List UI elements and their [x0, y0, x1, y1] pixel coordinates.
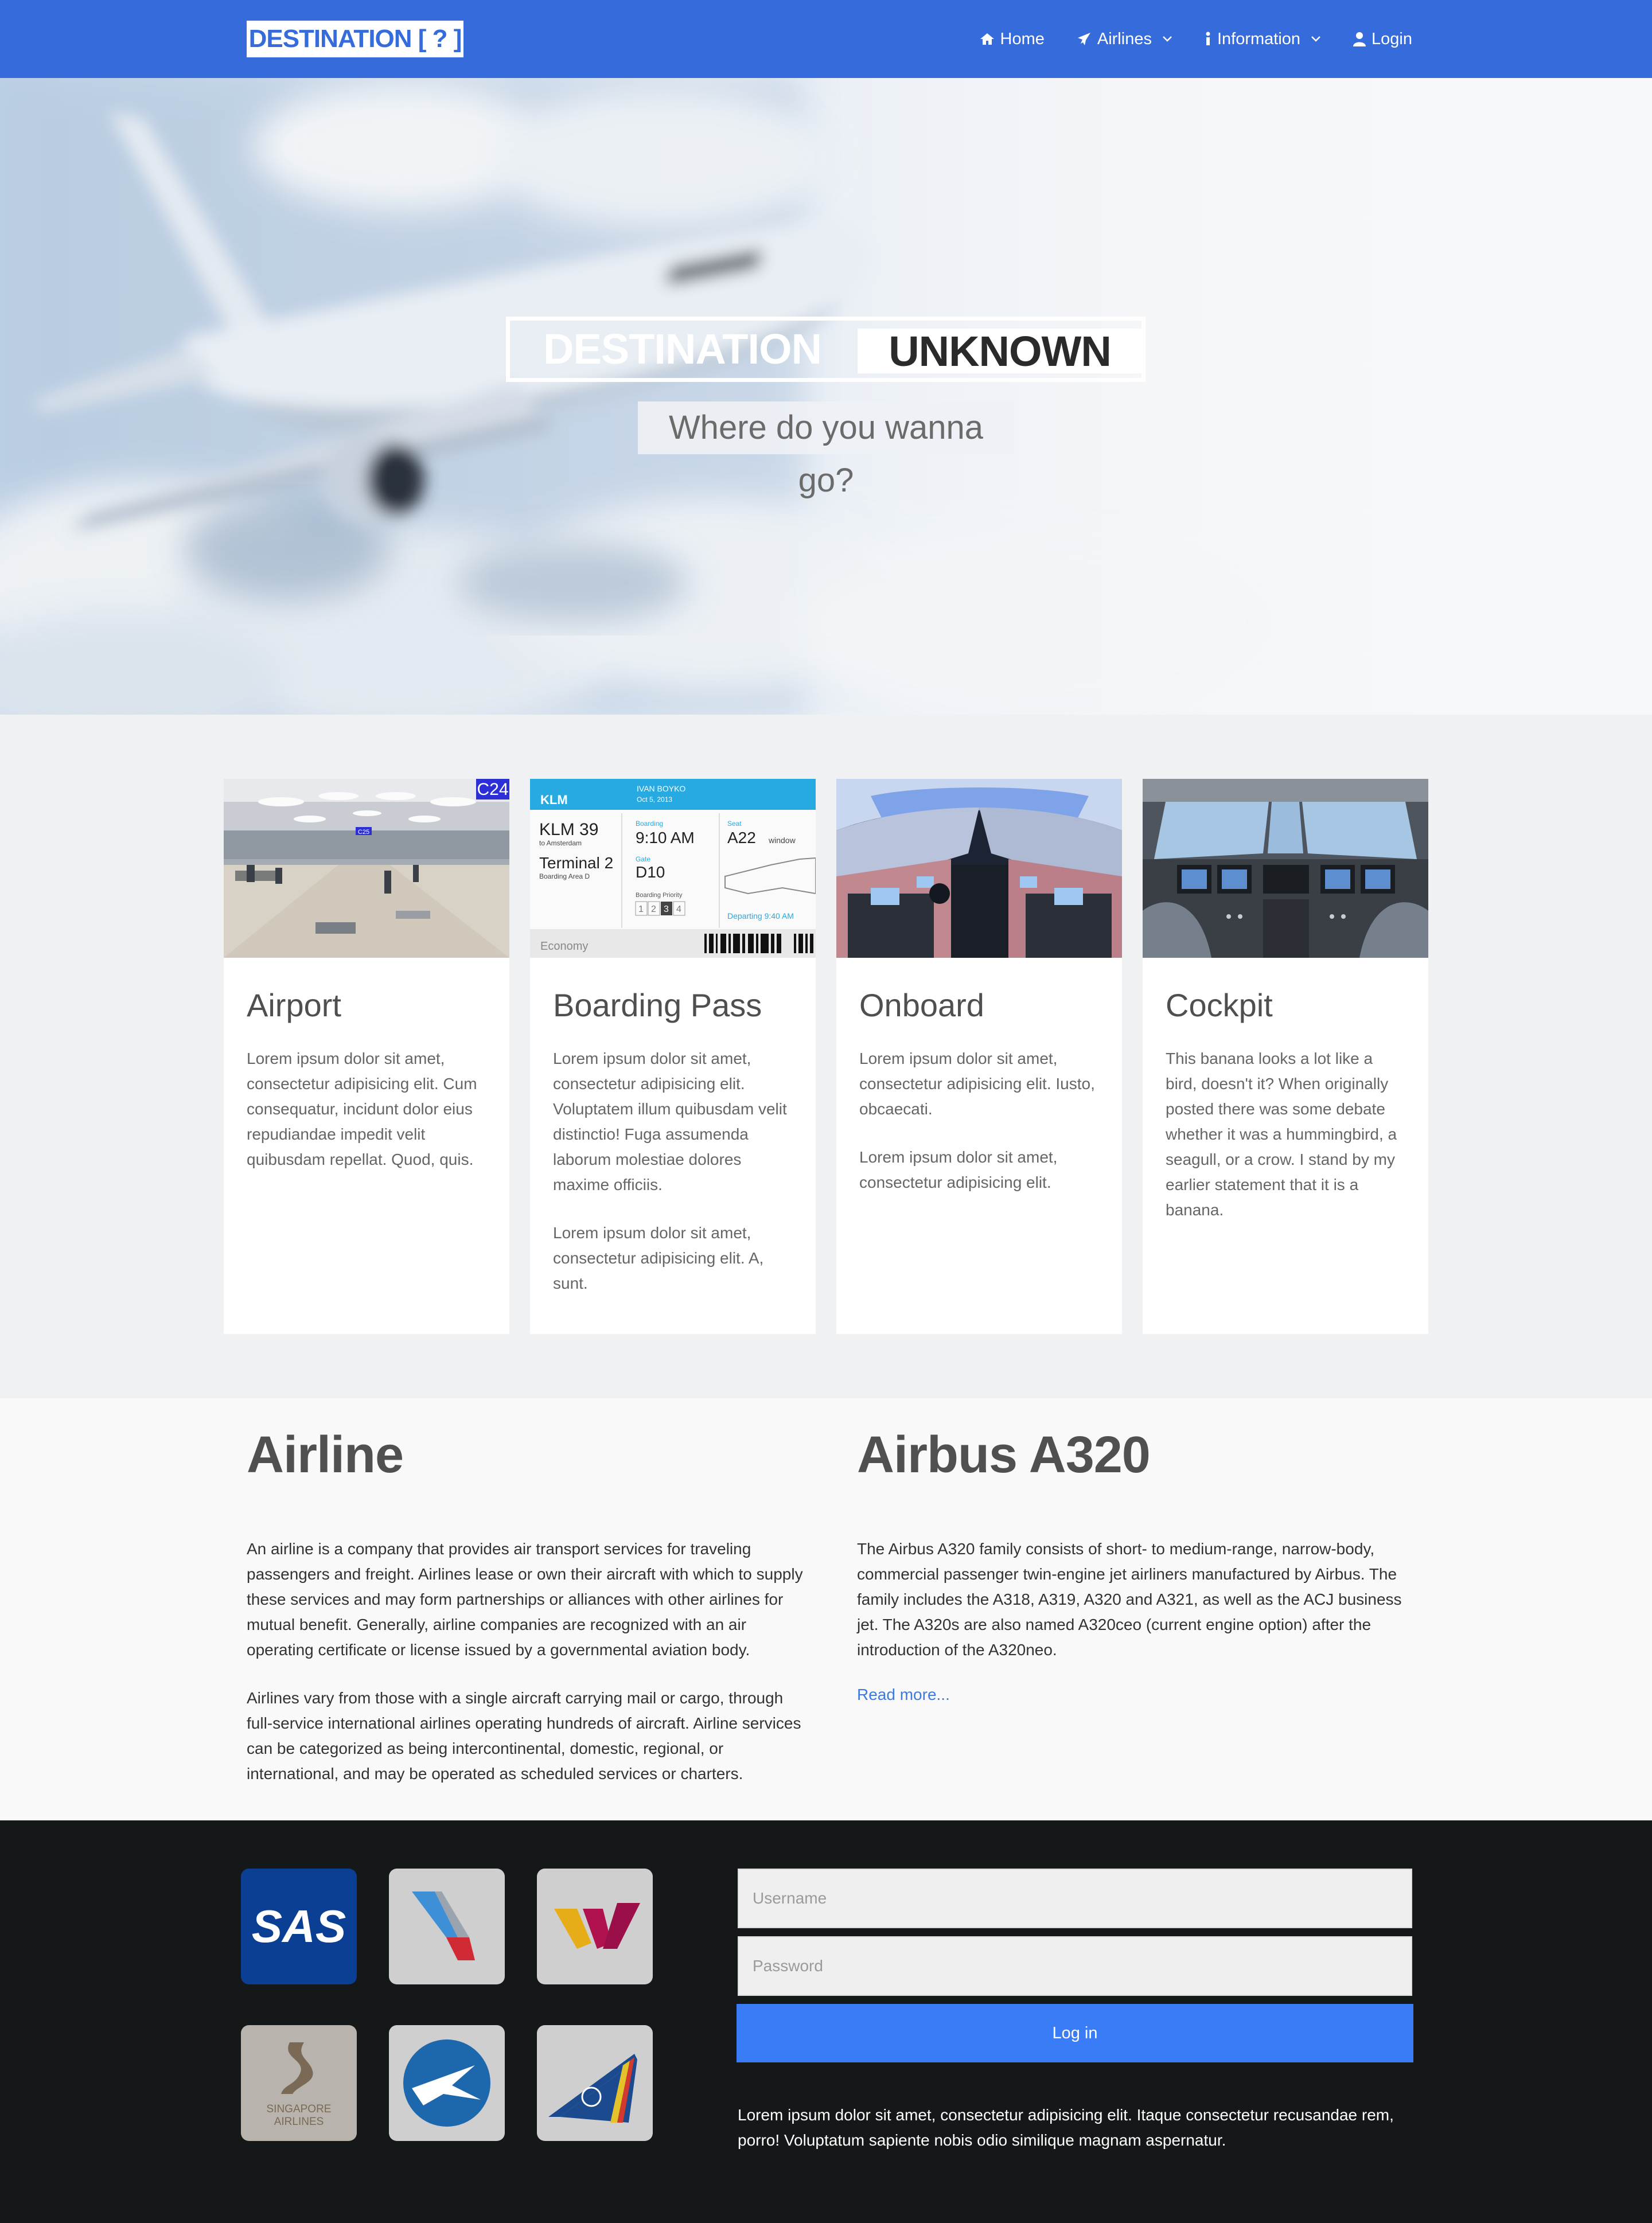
- nav-information[interactable]: Information: [1205, 30, 1321, 49]
- card-title: Onboard: [859, 987, 984, 1023]
- card-title: Cockpit: [1166, 987, 1273, 1023]
- card-paragraph: Lorem ipsum dolor sit amet, consectetur …: [553, 1050, 787, 1194]
- footer-text: Lorem ipsum dolor sit amet, consectetur …: [738, 2106, 1394, 2149]
- card-paragraph: Lorem ipsum dolor sit amet, consectetur …: [247, 1050, 477, 1168]
- flight-text: KLM 39: [539, 820, 598, 839]
- area-text: Boarding Area D: [539, 872, 590, 880]
- germanwings-logo[interactable]: [537, 1869, 653, 1984]
- departing-text: Departing 9:40 AM: [727, 911, 794, 921]
- airline-paragraph-2: Airlines vary from those with a single a…: [247, 1689, 801, 1783]
- passenger-text: IVAN BOYKO: [637, 784, 685, 793]
- date-text: Oct 5, 2013: [637, 795, 672, 804]
- singapore-airlines-logo[interactable]: SINGAPORE AIRLINES: [241, 2025, 357, 2141]
- nav-airlines[interactable]: Airlines: [1077, 30, 1172, 49]
- login-button[interactable]: Log in: [737, 2004, 1413, 2062]
- card-title: Airport: [247, 987, 341, 1023]
- hero-title-part1: DESTINATION: [543, 325, 822, 373]
- card-onboard: Onboard Lorem ipsum dolor sit amet, cons…: [836, 779, 1122, 1334]
- hero-title-part2: UNKNOWN: [858, 329, 1142, 375]
- airline-column: Airline An airline is a company that pro…: [247, 1398, 803, 1787]
- sas-logo[interactable]: SAS: [241, 1869, 357, 1984]
- a320-column: Airbus A320 The Airbus A320 family consi…: [857, 1398, 1413, 1704]
- airplane-in-clouds-image: [0, 78, 1273, 715]
- gate-label-text: Gate: [636, 855, 650, 863]
- read-more-link[interactable]: Read more...: [857, 1686, 950, 1704]
- gate-sign-text: C24: [477, 780, 508, 799]
- destination-text: to Amsterdam: [539, 839, 582, 847]
- card-text: This banana looks a lot like a bird, doe…: [1166, 1046, 1406, 1223]
- chevron-down-icon: [1311, 36, 1321, 42]
- home-icon: [980, 32, 995, 46]
- singapore-logo-text: SINGAPORE: [267, 2103, 332, 2115]
- nav-links: Home Airlines Information Login: [980, 0, 1412, 78]
- hero-banner: DESTINATION UNKNOWN Where do you wanna g…: [0, 78, 1652, 715]
- navbar: DESTINATION [ ? ] Home Airlines Informat…: [0, 0, 1652, 78]
- nav-airlines-label: Airlines: [1097, 29, 1152, 48]
- card-text: Lorem ipsum dolor sit amet, consectetur …: [553, 1046, 794, 1296]
- aeromexico-logo[interactable]: [389, 2025, 505, 2141]
- american-airlines-logo[interactable]: [389, 1869, 505, 1984]
- brand-logo[interactable]: DESTINATION [ ? ]: [247, 21, 463, 57]
- plane-icon: [1077, 32, 1092, 46]
- card-boarding-pass: KLM IVAN BOYKO Oct 5, 2013 KLM 39 to Ams…: [530, 779, 816, 1334]
- boarding-label-text: Boarding: [636, 820, 663, 828]
- airport-image: C24 C25: [224, 779, 509, 958]
- gate-sign-text-2: C25: [358, 829, 369, 836]
- priority-3-text: 3: [664, 904, 669, 914]
- priority-2-text: 2: [651, 904, 656, 914]
- card-airport: C24 C25 Airport Lorem ipsum dolor sit am…: [224, 779, 509, 1334]
- username-input[interactable]: [738, 1869, 1412, 1928]
- card-paragraph: This banana looks a lot like a bird, doe…: [1166, 1050, 1397, 1219]
- card-cockpit: Cockpit This banana looks a lot like a b…: [1143, 779, 1428, 1334]
- singapore-logo-text-2: AIRLINES: [274, 2116, 324, 2128]
- airline-heading: Airline: [247, 1426, 404, 1484]
- hero-title: DESTINATION UNKNOWN: [506, 317, 1146, 382]
- card-paragraph: Lorem ipsum dolor sit amet, consectetur …: [859, 1050, 1095, 1118]
- a320-paragraph: The Airbus A320 family consists of short…: [857, 1540, 1402, 1659]
- class-text: Economy: [540, 940, 588, 953]
- card-text: Lorem ipsum dolor sit amet, consectetur …: [247, 1046, 488, 1172]
- onboard-cabin-image: [836, 779, 1122, 958]
- seat-type-text: window: [768, 836, 796, 845]
- seat-text: A22: [727, 829, 756, 847]
- card-paragraph: Lorem ipsum dolor sit amet, consectetur …: [859, 1148, 1058, 1191]
- seat-label-text: Seat: [727, 820, 742, 828]
- user-icon: [1353, 32, 1366, 46]
- boarding-pass-image: KLM IVAN BOYKO Oct 5, 2013 KLM 39 to Ams…: [530, 779, 816, 958]
- chevron-down-icon: [1162, 36, 1172, 42]
- priority-4-text: 4: [676, 904, 681, 914]
- priority-label-text: Boarding Priority: [636, 892, 683, 899]
- nav-information-label: Information: [1217, 29, 1301, 48]
- lot-logo[interactable]: [537, 2025, 653, 2141]
- klm-text: KLM: [540, 793, 568, 807]
- nav-home-label: Home: [1000, 29, 1045, 48]
- a320-heading: Airbus A320: [857, 1426, 1151, 1484]
- info-icon: [1205, 32, 1211, 46]
- info-section: Airline An airline is a company that pro…: [0, 1398, 1652, 1820]
- sas-logo-text: SAS: [252, 1901, 346, 1952]
- nav-login[interactable]: Login: [1353, 30, 1412, 49]
- nav-home[interactable]: Home: [980, 30, 1045, 49]
- cockpit-image: [1143, 779, 1428, 958]
- card-paragraph: Lorem ipsum dolor sit amet, consectetur …: [553, 1224, 764, 1292]
- card-title: Boarding Pass: [553, 987, 762, 1023]
- card-text: Lorem ipsum dolor sit amet, consectetur …: [859, 1046, 1100, 1195]
- nav-login-label: Login: [1372, 29, 1412, 48]
- hero-subtitle: Where do you wanna go?: [638, 401, 1014, 499]
- terminal-text: Terminal 2: [539, 854, 613, 872]
- airline-paragraph-1: An airline is a company that provides ai…: [247, 1540, 803, 1659]
- cards-section: C24 C25 Airport Lorem ipsum dolor sit am…: [0, 715, 1652, 1398]
- boarding-time-text: 9:10 AM: [636, 829, 695, 847]
- password-input[interactable]: [738, 1936, 1412, 1996]
- priority-1-text: 1: [638, 904, 644, 914]
- gate-text: D10: [636, 863, 665, 881]
